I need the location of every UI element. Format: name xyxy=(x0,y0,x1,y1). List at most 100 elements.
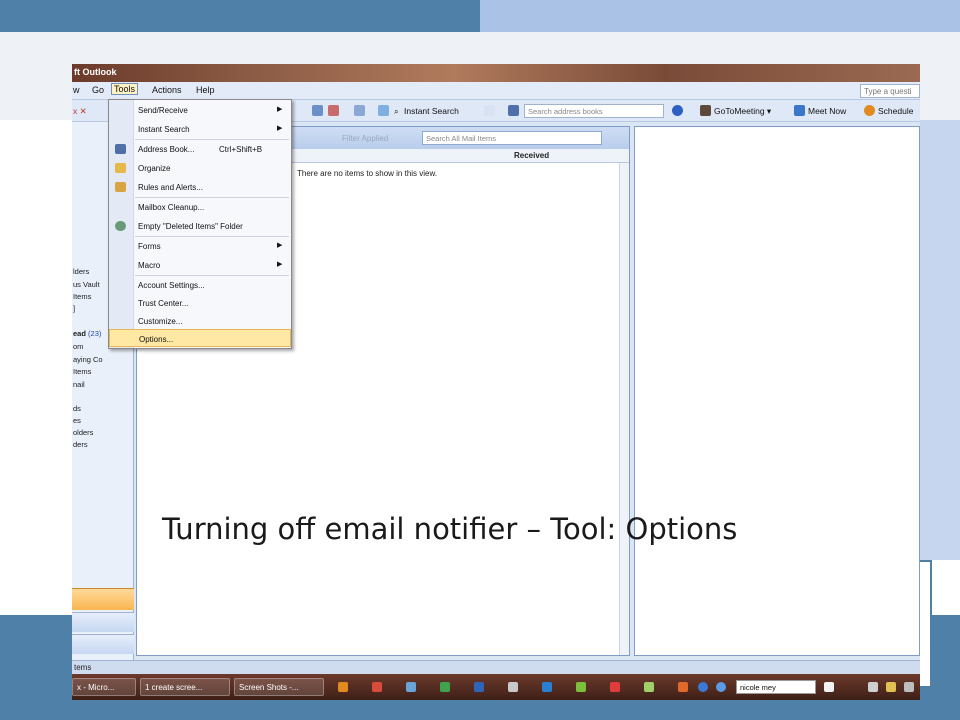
menu-trust-center[interactable]: Trust Center... xyxy=(109,294,291,312)
menu-actions[interactable]: Actions xyxy=(152,85,182,95)
menu-item-label: Account Settings... xyxy=(138,281,205,290)
help-icon[interactable] xyxy=(672,105,683,116)
gotomeeting-button[interactable]: GoToMeeting ▾ xyxy=(714,106,771,117)
menu-help[interactable]: Help xyxy=(196,85,215,95)
nav-folder[interactable]: Items xyxy=(73,367,91,376)
menu-instant-search[interactable]: Instant Search ▶ xyxy=(109,120,291,138)
quicklaunch-icon[interactable] xyxy=(610,682,620,692)
submenu-arrow-icon: ▶ xyxy=(277,261,283,268)
quicklaunch-icon[interactable] xyxy=(406,682,416,692)
menu-item-label: Customize... xyxy=(138,317,183,326)
menu-organize[interactable]: Organize xyxy=(109,159,291,177)
nav-folder[interactable]: nail xyxy=(73,380,85,389)
quicklaunch-icon[interactable] xyxy=(372,682,382,692)
status-bar: tems xyxy=(72,660,920,674)
instant-search-button[interactable]: Instant Search xyxy=(404,106,459,116)
nav-folder[interactable]: olders xyxy=(73,428,93,437)
tools-dropdown-menu: Send/Receive ▶ Instant Search ▶ Address … xyxy=(108,99,292,349)
nav-contacts-button[interactable] xyxy=(72,634,134,654)
taskbar-document-button[interactable]: 1 create scree... xyxy=(140,678,230,696)
empty-list-message: There are no items to show in this view. xyxy=(297,169,438,178)
quicklaunch-icon[interactable] xyxy=(716,682,726,692)
menu-item-label: Empty "Deleted Items" Folder xyxy=(138,222,243,231)
menu-empty-deleted[interactable]: Empty "Deleted Items" Folder xyxy=(109,217,291,235)
nav-folder[interactable]: lders xyxy=(73,267,89,276)
menu-go[interactable]: Go xyxy=(92,85,104,95)
filter-applied-label: Filter Applied xyxy=(342,134,389,143)
menu-item-label: Address Book... xyxy=(138,145,195,154)
submenu-arrow-icon: ▶ xyxy=(277,242,283,249)
menu-address-book[interactable]: Address Book... Ctrl+Shift+B xyxy=(109,140,291,158)
quicklaunch-icon[interactable] xyxy=(440,682,450,692)
tray-signal-icon[interactable] xyxy=(904,682,914,692)
nav-folder[interactable]: us Vault xyxy=(73,280,100,289)
address-book-icon xyxy=(115,144,126,154)
mail-search-input[interactable]: Search All Mail Items xyxy=(422,131,602,145)
menu-send-receive[interactable]: Send/Receive ▶ xyxy=(109,101,291,119)
quicklaunch-icon[interactable] xyxy=(576,682,586,692)
menu-customize[interactable]: Customize... xyxy=(109,312,291,330)
menu-item-label: Organize xyxy=(138,164,171,173)
menu-forms[interactable]: Forms ▶ xyxy=(109,237,291,255)
menu-item-label: Mailbox Cleanup... xyxy=(138,203,205,212)
delete-icon[interactable]: x ✕ xyxy=(73,106,87,117)
quicklaunch-icon[interactable] xyxy=(508,682,518,692)
menu-mailbox-cleanup[interactable]: Mailbox Cleanup... xyxy=(109,198,291,216)
address-book-icon[interactable] xyxy=(378,105,389,116)
menu-bar: w Go Tools Actions Help Type a questi xyxy=(72,82,920,100)
menu-macro[interactable]: Macro ▶ xyxy=(109,256,291,274)
menu-item-label: Send/Receive xyxy=(138,106,188,115)
print-icon[interactable] xyxy=(484,105,495,116)
quicklaunch-icon[interactable] xyxy=(644,682,654,692)
organize-icon xyxy=(115,163,126,173)
nav-calendar-button[interactable] xyxy=(72,612,134,632)
nav-folder[interactable]: ] xyxy=(73,304,75,313)
taskbar-folder-button[interactable]: Screen Shots -... xyxy=(234,678,324,696)
taskbar-outlook-button[interactable]: x - Micro... xyxy=(72,678,136,696)
mail-list-scrollbar[interactable] xyxy=(619,163,629,655)
nav-folder[interactable]: ds xyxy=(73,404,81,413)
menu-view-fragment[interactable]: w xyxy=(73,85,80,95)
nav-folder[interactable]: om xyxy=(73,342,83,351)
address-book-search[interactable]: Search address books xyxy=(524,104,664,118)
quicklaunch-icon[interactable] xyxy=(542,682,552,692)
menu-item-shortcut: Ctrl+Shift+B xyxy=(219,145,263,154)
quicklaunch-icon[interactable] xyxy=(698,682,708,692)
menu-options[interactable]: Options... xyxy=(109,329,291,347)
menu-item-label: Instant Search xyxy=(138,125,190,134)
window-title: ft Outlook xyxy=(74,67,117,77)
received-column-header[interactable]: Received xyxy=(514,151,549,160)
book-icon[interactable] xyxy=(508,105,519,116)
nav-folder[interactable]: ders xyxy=(73,440,88,449)
quicklaunch-icon[interactable] xyxy=(474,682,484,692)
taskbar-user-box[interactable]: nicole mey xyxy=(736,680,816,694)
dropdown-arrow-icon[interactable] xyxy=(824,682,834,692)
help-question-input[interactable]: Type a questi xyxy=(860,84,920,98)
status-text: tems xyxy=(74,663,92,672)
meet-now-button[interactable]: Meet Now xyxy=(808,106,846,116)
search-icon[interactable]: ⌕ xyxy=(394,106,399,117)
tray-help-icon[interactable] xyxy=(886,682,896,692)
menu-tools[interactable]: Tools xyxy=(110,83,139,95)
flag-icon[interactable] xyxy=(328,105,339,116)
menu-item-label: Macro xyxy=(138,261,161,270)
nav-folder[interactable]: es xyxy=(73,416,81,425)
menu-item-label: Options... xyxy=(139,335,174,344)
menu-rules-alerts[interactable]: Rules and Alerts... xyxy=(109,178,291,196)
nav-mail-button-selected[interactable] xyxy=(72,588,134,610)
slide-caption: Turning off email notifier – Tool: Optio… xyxy=(162,512,738,546)
slide-top-band-dark xyxy=(0,0,480,32)
menu-item-label: Trust Center... xyxy=(138,299,189,308)
send-receive-icon[interactable] xyxy=(354,105,365,116)
nav-folder[interactable]: aying Co xyxy=(73,355,103,364)
quicklaunch-icon[interactable] xyxy=(338,682,348,692)
schedule-button[interactable]: Schedule xyxy=(878,106,913,116)
tray-network-icon[interactable] xyxy=(868,682,878,692)
menu-account-settings[interactable]: Account Settings... xyxy=(109,276,291,294)
reply-icon[interactable] xyxy=(312,105,323,116)
nav-folder[interactable]: Items xyxy=(73,292,91,301)
nav-unread-folder[interactable]: ead (23) xyxy=(73,329,101,338)
submenu-arrow-icon: ▶ xyxy=(277,106,283,113)
recycle-icon xyxy=(115,221,126,231)
quicklaunch-icon[interactable] xyxy=(678,682,688,692)
